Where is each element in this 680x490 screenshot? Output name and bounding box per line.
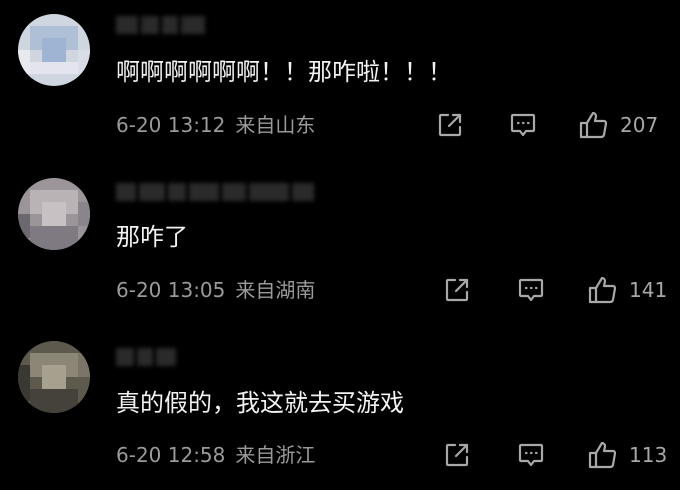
- share-button[interactable]: [444, 442, 470, 468]
- username[interactable]: [116, 183, 314, 203]
- comment-location: 来自山东: [235, 113, 316, 137]
- avatar[interactable]: [18, 341, 90, 413]
- like-button[interactable]: 141: [587, 275, 667, 305]
- comment-text: 真的假的，我这就去买游戏: [116, 389, 404, 417]
- comment-icon: [510, 113, 536, 137]
- comment-item: 啊啊啊啊啊啊！！那咋啦！！！ 6-20 13:12 来自山东 207: [0, 0, 680, 165]
- comment-location: 来自浙江: [235, 443, 316, 467]
- avatar[interactable]: [18, 178, 90, 250]
- comment-text: 啊啊啊啊啊啊！！那咋啦！！！: [116, 58, 452, 86]
- reply-button[interactable]: [517, 277, 545, 303]
- avatar[interactable]: [18, 14, 90, 86]
- share-button[interactable]: [437, 112, 463, 138]
- like-button[interactable]: 113: [587, 440, 667, 470]
- username[interactable]: [116, 348, 176, 368]
- like-count: 141: [629, 278, 668, 302]
- thumbs-up-icon: [579, 111, 608, 139]
- reply-button[interactable]: [509, 112, 537, 138]
- share-icon: [438, 113, 462, 137]
- like-count: 113: [629, 443, 668, 467]
- comment-meta: 6-20 13:12 来自山东: [116, 112, 315, 138]
- comment-date: 6-20 13:12: [116, 113, 226, 137]
- like-count: 207: [620, 113, 659, 137]
- share-button[interactable]: [444, 277, 470, 303]
- comment-icon: [518, 443, 544, 467]
- reply-button[interactable]: [517, 442, 545, 468]
- share-icon: [445, 278, 469, 302]
- comment-icon: [518, 278, 544, 302]
- comment-date: 6-20 12:58: [116, 443, 226, 467]
- thumbs-up-icon: [588, 441, 617, 469]
- comment-meta: 6-20 13:05 来自湖南: [116, 277, 315, 303]
- comment-date: 6-20 13:05: [116, 278, 226, 302]
- thumbs-up-icon: [588, 276, 617, 304]
- username[interactable]: [116, 16, 205, 36]
- comment-text: 那咋了: [116, 223, 188, 251]
- comment-meta: 6-20 12:58 来自浙江: [116, 442, 315, 468]
- comment-location: 来自湖南: [235, 278, 316, 302]
- like-button[interactable]: 207: [578, 110, 658, 140]
- comment-item: 真的假的，我这就去买游戏 6-20 12:58 来自浙江 113: [0, 330, 680, 490]
- comment-item: 那咋了 6-20 13:05 来自湖南 141: [0, 165, 680, 330]
- share-icon: [445, 443, 469, 467]
